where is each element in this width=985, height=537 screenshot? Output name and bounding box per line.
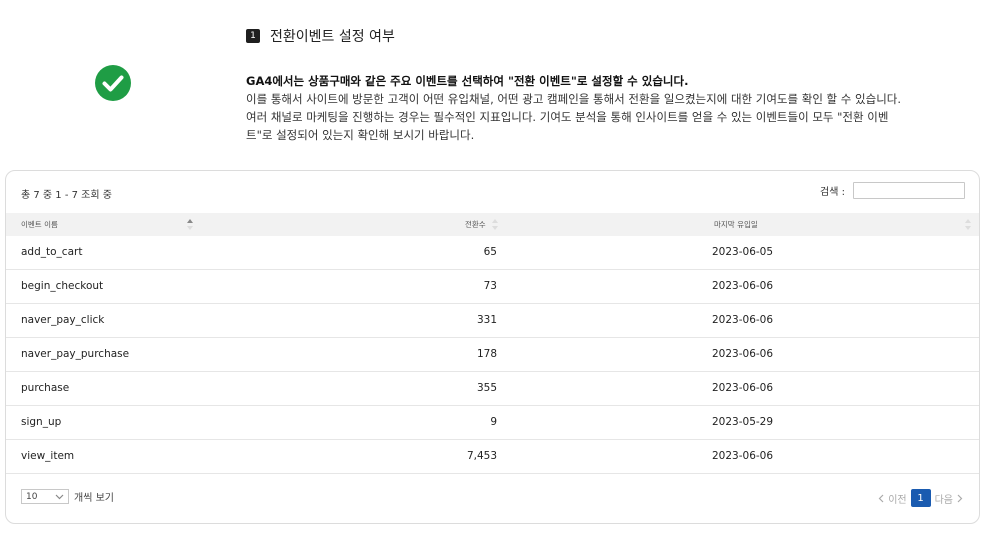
pagination: 이전 1 다음 xyxy=(878,489,963,507)
chevron-right-icon xyxy=(957,494,963,502)
last-inflow-date-cell: 2023-05-29 xyxy=(712,416,774,428)
chevron-down-icon xyxy=(55,494,64,499)
next-page-label: 다음 xyxy=(934,494,953,506)
table-row: naver_pay_click 331 2023-06-06 xyxy=(6,304,979,338)
chevron-left-icon xyxy=(878,494,884,502)
conversions-cell: 7,453 xyxy=(466,450,497,462)
conversions-cell: 355 xyxy=(476,382,497,394)
page-button-current[interactable]: 1 xyxy=(910,489,931,507)
check-circle-icon xyxy=(95,65,131,101)
page-size-value: 10 xyxy=(26,491,38,502)
section-number-badge: 1 xyxy=(246,29,260,43)
conversions-cell: 73 xyxy=(483,280,497,292)
last-inflow-date-cell: 2023-06-05 xyxy=(712,246,774,258)
section-title: 전환이벤트 설정 여부 xyxy=(270,29,395,45)
page-size-suffix: 개씩 보기 xyxy=(74,493,114,504)
event-name-cell: naver_pay_purchase xyxy=(21,348,130,360)
conversions-cell: 65 xyxy=(483,246,497,258)
table-summary: 총 7 중 1 - 7 조회 중 xyxy=(21,190,112,201)
previous-page-label: 이전 xyxy=(888,494,907,506)
last-inflow-date-cell: 2023-06-06 xyxy=(712,382,774,394)
table-header: 이벤트 이름 전환수 마지막 유입일 xyxy=(6,213,979,236)
table-row: sign_up 9 2023-05-29 xyxy=(6,406,979,440)
column-header-event-name[interactable]: 이벤트 이름 xyxy=(21,213,58,236)
event-name-cell: purchase xyxy=(21,382,70,394)
table-row: add_to_cart 65 2023-06-05 xyxy=(6,236,979,270)
search-input[interactable] xyxy=(853,182,965,199)
section-header: 1 전환이벤트 설정 여부 xyxy=(246,26,395,46)
info-headline: GA4에서는 상품구매와 같은 주요 이벤트를 선택하여 "전환 이벤트"로 설… xyxy=(246,74,689,88)
event-name-cell: add_to_cart xyxy=(21,246,83,258)
table-body: add_to_cart 65 2023-06-05 begin_checkout… xyxy=(6,236,979,474)
info-text: GA4에서는 상품구매와 같은 주요 이벤트를 선택하여 "전환 이벤트"로 설… xyxy=(246,72,910,144)
table-row: purchase 355 2023-06-06 xyxy=(6,372,979,406)
next-page-button[interactable]: 다음 xyxy=(935,491,963,506)
conversion-events-table-panel: 총 7 중 1 - 7 조회 중 검색 : 이벤트 이름 전환수 마지막 유입일… xyxy=(5,170,980,524)
column-header-last-inflow-date[interactable]: 마지막 유입일 xyxy=(714,213,758,236)
sort-icon[interactable] xyxy=(965,219,971,230)
table-row: view_item 7,453 2023-06-06 xyxy=(6,440,979,474)
sort-asc-icon[interactable] xyxy=(187,219,193,230)
conversions-cell: 178 xyxy=(476,348,497,360)
event-name-cell: sign_up xyxy=(21,416,62,428)
event-name-cell: begin_checkout xyxy=(21,280,104,292)
event-name-cell: view_item xyxy=(21,450,75,462)
table-row: begin_checkout 73 2023-06-06 xyxy=(6,270,979,304)
search-label: 검색 : xyxy=(820,187,845,198)
event-name-cell: naver_pay_click xyxy=(21,314,105,326)
table-row: naver_pay_purchase 178 2023-06-06 xyxy=(6,338,979,372)
conversions-cell: 331 xyxy=(476,314,497,326)
previous-page-button[interactable]: 이전 xyxy=(878,491,907,506)
last-inflow-date-cell: 2023-06-06 xyxy=(712,450,774,462)
page-size-control: 10 개씩 보기 xyxy=(21,489,114,504)
last-inflow-date-cell: 2023-06-06 xyxy=(712,314,774,326)
last-inflow-date-cell: 2023-06-06 xyxy=(712,280,774,292)
last-inflow-date-cell: 2023-06-06 xyxy=(712,348,774,360)
search-box: 검색 : xyxy=(820,182,965,199)
info-description: 이를 통해서 사이트에 방문한 고객이 어떤 유입채널, 어떤 광고 캠페인을 … xyxy=(246,92,902,142)
conversions-cell: 9 xyxy=(490,416,497,428)
page-size-select[interactable]: 10 xyxy=(21,489,69,504)
column-header-conversions[interactable]: 전환수 xyxy=(465,213,486,236)
sort-icon[interactable] xyxy=(492,219,498,230)
